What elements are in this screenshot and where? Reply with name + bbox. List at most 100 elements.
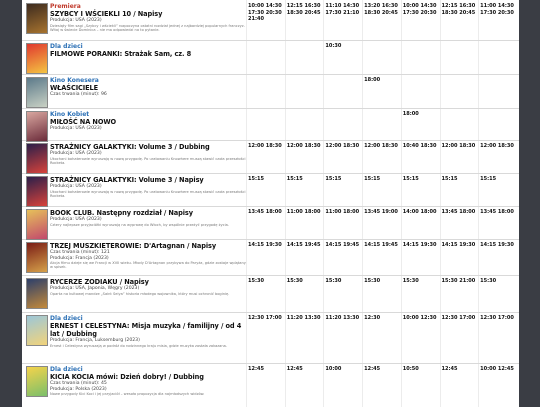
movie-poster[interactable] — [26, 176, 48, 207]
showtime[interactable]: 12:45 — [441, 366, 457, 372]
showtime-line[interactable]: 14:15 19:45 — [287, 242, 326, 249]
showtime[interactable]: 18:30 — [419, 143, 437, 149]
showtime[interactable]: 12:00 — [441, 143, 457, 149]
showtime[interactable]: 11:00 — [480, 3, 496, 9]
showtime[interactable]: 19:45 — [380, 242, 398, 248]
showtime-line[interactable]: 11:00 18:00 — [287, 209, 326, 216]
showtime-line[interactable]: 15:15 — [441, 176, 480, 183]
showtime[interactable]: 15:15 — [480, 176, 496, 182]
showtime[interactable]: 18:30 — [380, 143, 398, 149]
showtime[interactable]: 18:00 — [496, 209, 514, 215]
showtime-line[interactable]: 12:15 16:30 — [287, 3, 326, 10]
showtime[interactable]: 11:10 — [325, 3, 341, 9]
showtime[interactable]: 13:45 — [441, 209, 457, 215]
showtime[interactable]: 18:00 — [364, 77, 380, 83]
showtime[interactable]: 18:00 — [303, 209, 320, 215]
showtime[interactable]: 15:30 — [441, 278, 457, 284]
showtime[interactable]: 20:45 — [457, 10, 475, 16]
showtime[interactable]: 18:00 — [264, 209, 282, 215]
showtime-line[interactable]: 13:20 16:30 — [364, 3, 403, 10]
showtime[interactable]: 19:00 — [380, 209, 398, 215]
showtime-line[interactable]: 13:45 18:00 — [248, 209, 287, 216]
showtime-line[interactable]: 18:30 20:45 — [287, 10, 326, 17]
showtime-line[interactable]: 15:30 — [287, 278, 326, 285]
showtime-line[interactable]: 10:50 — [403, 366, 442, 373]
showtime[interactable]: 16:30 — [457, 3, 475, 9]
showtime[interactable]: 12:00 — [248, 143, 264, 149]
showtime-line[interactable]: 18:00 — [364, 77, 403, 84]
movie-poster[interactable] — [26, 77, 48, 108]
showtime[interactable]: 20:30 — [264, 10, 282, 16]
showtime-line[interactable]: 15:30 — [364, 278, 403, 285]
showtime[interactable]: 20:30 — [419, 10, 437, 16]
showtime-line[interactable]: 11:20 13:30 — [287, 315, 326, 322]
showtime-line[interactable]: 12:45 — [248, 366, 287, 373]
showtime-line[interactable]: 12:30 17:00 — [248, 315, 287, 322]
showtime-line[interactable]: 11:00 14:30 — [480, 3, 519, 10]
movie-title[interactable]: BOOK CLUB. Następny rozdział / Napisy — [50, 209, 246, 217]
showtime[interactable]: 19:45 — [303, 242, 320, 248]
showtime-line[interactable]: 12:00 18:30 — [248, 143, 287, 150]
showtime[interactable]: 17:00 — [496, 315, 514, 321]
showtime-line[interactable]: 12:45 — [364, 366, 403, 373]
movie-poster[interactable] — [26, 278, 48, 309]
showtime-line[interactable]: 12:30 17:00 — [441, 315, 480, 322]
showtime[interactable]: 18:00 — [419, 209, 437, 215]
showtime[interactable]: 15:15 — [364, 176, 380, 182]
movie-poster[interactable] — [26, 43, 48, 74]
showtime[interactable]: 20:45 — [380, 10, 398, 16]
showtime-line[interactable]: 15:30 — [403, 278, 442, 285]
showtime[interactable]: 15:15 — [287, 176, 303, 182]
showtime-line[interactable]: 12:00 18:30 — [480, 143, 519, 150]
showtime-line[interactable]: 13:45 19:00 — [364, 209, 403, 216]
showtime[interactable]: 12:30 — [480, 315, 496, 321]
showtime-line[interactable]: 15:30 21:00 — [441, 278, 480, 285]
showtime[interactable]: 10:50 — [403, 366, 419, 372]
showtime-line[interactable]: 18:30 20:45 — [364, 10, 403, 17]
showtime-line[interactable]: 17:30 20:30 — [403, 10, 442, 17]
showtime[interactable]: 12:30 — [248, 315, 264, 321]
movie-title[interactable]: RYCERZE ZODIAKU / Napisy — [50, 278, 246, 286]
movie-title[interactable]: MIŁOŚĆ NA NOWO — [50, 118, 246, 126]
showtime[interactable]: 14:15 — [364, 242, 380, 248]
showtime-line[interactable]: 12:00 18:30 — [287, 143, 326, 150]
movie-poster[interactable] — [26, 209, 48, 240]
showtime[interactable]: 12:00 — [287, 143, 303, 149]
showtime[interactable]: 12:30 — [419, 315, 437, 321]
showtime[interactable]: 11:00 — [287, 209, 303, 215]
showtime[interactable]: 18:30 — [496, 143, 514, 149]
showtime[interactable]: 17:00 — [264, 315, 282, 321]
showtime[interactable]: 10:40 — [403, 143, 419, 149]
showtime[interactable]: 13:30 — [303, 315, 320, 321]
showtime[interactable]: 12:45 — [248, 366, 264, 372]
showtime[interactable]: 12:45 — [496, 366, 514, 372]
showtime-line[interactable]: 15:15 — [403, 176, 442, 183]
showtime[interactable]: 16:30 — [303, 3, 320, 9]
showtime-line[interactable]: 17:30 20:30 — [480, 10, 519, 17]
showtime[interactable]: 11:20 — [325, 315, 341, 321]
showtime-line[interactable]: 14:00 18:00 — [403, 209, 442, 216]
showtime[interactable]: 10:00 — [480, 366, 496, 372]
showtime[interactable]: 14:00 — [403, 209, 419, 215]
showtime[interactable]: 12:30 — [364, 315, 380, 321]
movie-title[interactable]: FILMOWE PORANKI: Strażak Sam, cz. 8 — [50, 50, 246, 58]
showtime[interactable]: 17:30 — [248, 10, 264, 16]
showtime-line[interactable]: 12:15 16:30 — [441, 3, 480, 10]
showtime-line[interactable]: 12:45 — [441, 366, 480, 373]
showtime-line[interactable]: 10:00 14:30 — [403, 3, 442, 10]
showtime[interactable]: 16:30 — [380, 3, 398, 9]
showtime-line[interactable]: 10:00 — [325, 366, 364, 373]
showtime[interactable]: 21:00 — [457, 278, 475, 284]
showtime-line[interactable]: 14:15 19:45 — [325, 242, 364, 249]
movie-title[interactable]: SZYBCY I WŚCIEKLI 10 / Napisy — [50, 10, 246, 18]
showtime[interactable]: 12:45 — [287, 366, 303, 372]
showtime[interactable]: 14:30 — [264, 3, 282, 9]
showtime[interactable]: 18:00 — [457, 209, 475, 215]
showtime-line[interactable]: 10:00 12:45 — [480, 366, 519, 373]
showtime-line[interactable]: 15:30 — [325, 278, 364, 285]
showtime[interactable]: 14:15 — [441, 242, 457, 248]
showtime-line[interactable]: 10:30 — [325, 43, 364, 50]
showtime[interactable]: 15:30 — [325, 278, 341, 284]
movie-title[interactable]: STRAŻNICY GALAKTYKI: Volume 3 / Dubbing — [50, 143, 246, 151]
showtime-line[interactable]: 12:30 17:00 — [480, 315, 519, 322]
